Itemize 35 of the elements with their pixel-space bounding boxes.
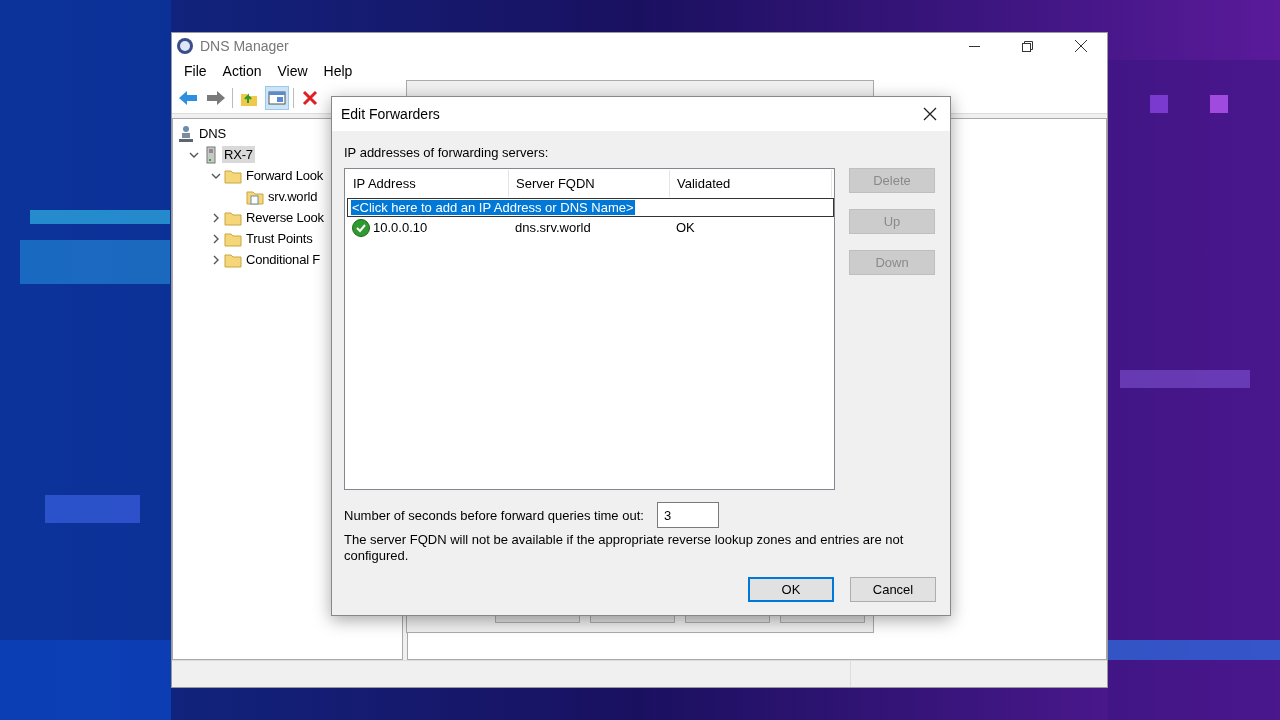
timeout-label: Number of seconds before forward queries time out: xyxy=(344,507,644,523)
restore-icon[interactable] xyxy=(1022,40,1033,52)
window-title: DNS Manager xyxy=(200,38,289,54)
tree-item[interactable]: Forward Look xyxy=(244,167,326,184)
table-cell: dns.srv.world xyxy=(515,220,591,235)
forwarders-list[interactable]: IP Address Server FQDN Validated <Click here to add an IP Address or DNS Name> 10.0.0.10 dns.srv.world OK xyxy=(344,168,835,490)
tree-item[interactable]: Reverse Look xyxy=(244,209,326,226)
app-icon xyxy=(176,37,194,55)
selected-text: <Click here to add an IP Address or DNS Name> xyxy=(351,200,635,215)
console-tree-icon[interactable] xyxy=(265,86,289,110)
note-text: The server FQDN will not be available if the appropriate reverse lookup zones and entries are not configured. xyxy=(344,532,904,564)
tree-item[interactable]: srv.world xyxy=(266,188,320,205)
column-header[interactable]: IP Address xyxy=(346,170,509,197)
cancel-button[interactable]: Cancel xyxy=(850,577,936,602)
menu-item[interactable]: View xyxy=(269,63,316,79)
tree-item[interactable]: Conditional F xyxy=(244,251,322,268)
table-cell: OK xyxy=(676,220,695,235)
tree-item[interactable]: DNS xyxy=(197,125,228,142)
column-header[interactable]: Server FQDN xyxy=(509,170,670,197)
minimize-icon[interactable] xyxy=(969,44,980,48)
menu-item[interactable]: Help xyxy=(315,63,361,79)
menu-item[interactable]: File xyxy=(176,63,215,79)
list-label: IP addresses of forwarding servers: xyxy=(344,145,550,160)
close-icon[interactable] xyxy=(1074,40,1087,52)
dns-server-icon xyxy=(177,124,195,143)
menu-item[interactable]: Action xyxy=(214,63,270,79)
add-entry-field[interactable]: <Click here to add an IP Address or DNS Name> xyxy=(347,198,834,217)
tree-item[interactable]: Trust Points xyxy=(244,230,315,247)
close-icon[interactable] xyxy=(923,107,937,121)
tree-item[interactable]: RX-7 xyxy=(222,146,255,163)
column-header[interactable]: Validated xyxy=(670,170,832,197)
ok-button[interactable]: OK xyxy=(748,577,834,602)
table-cell: 10.0.0.10 xyxy=(373,220,428,235)
timeout-field[interactable]: 3 xyxy=(656,502,719,528)
dialog-title: Edit Forwarders xyxy=(341,106,440,122)
